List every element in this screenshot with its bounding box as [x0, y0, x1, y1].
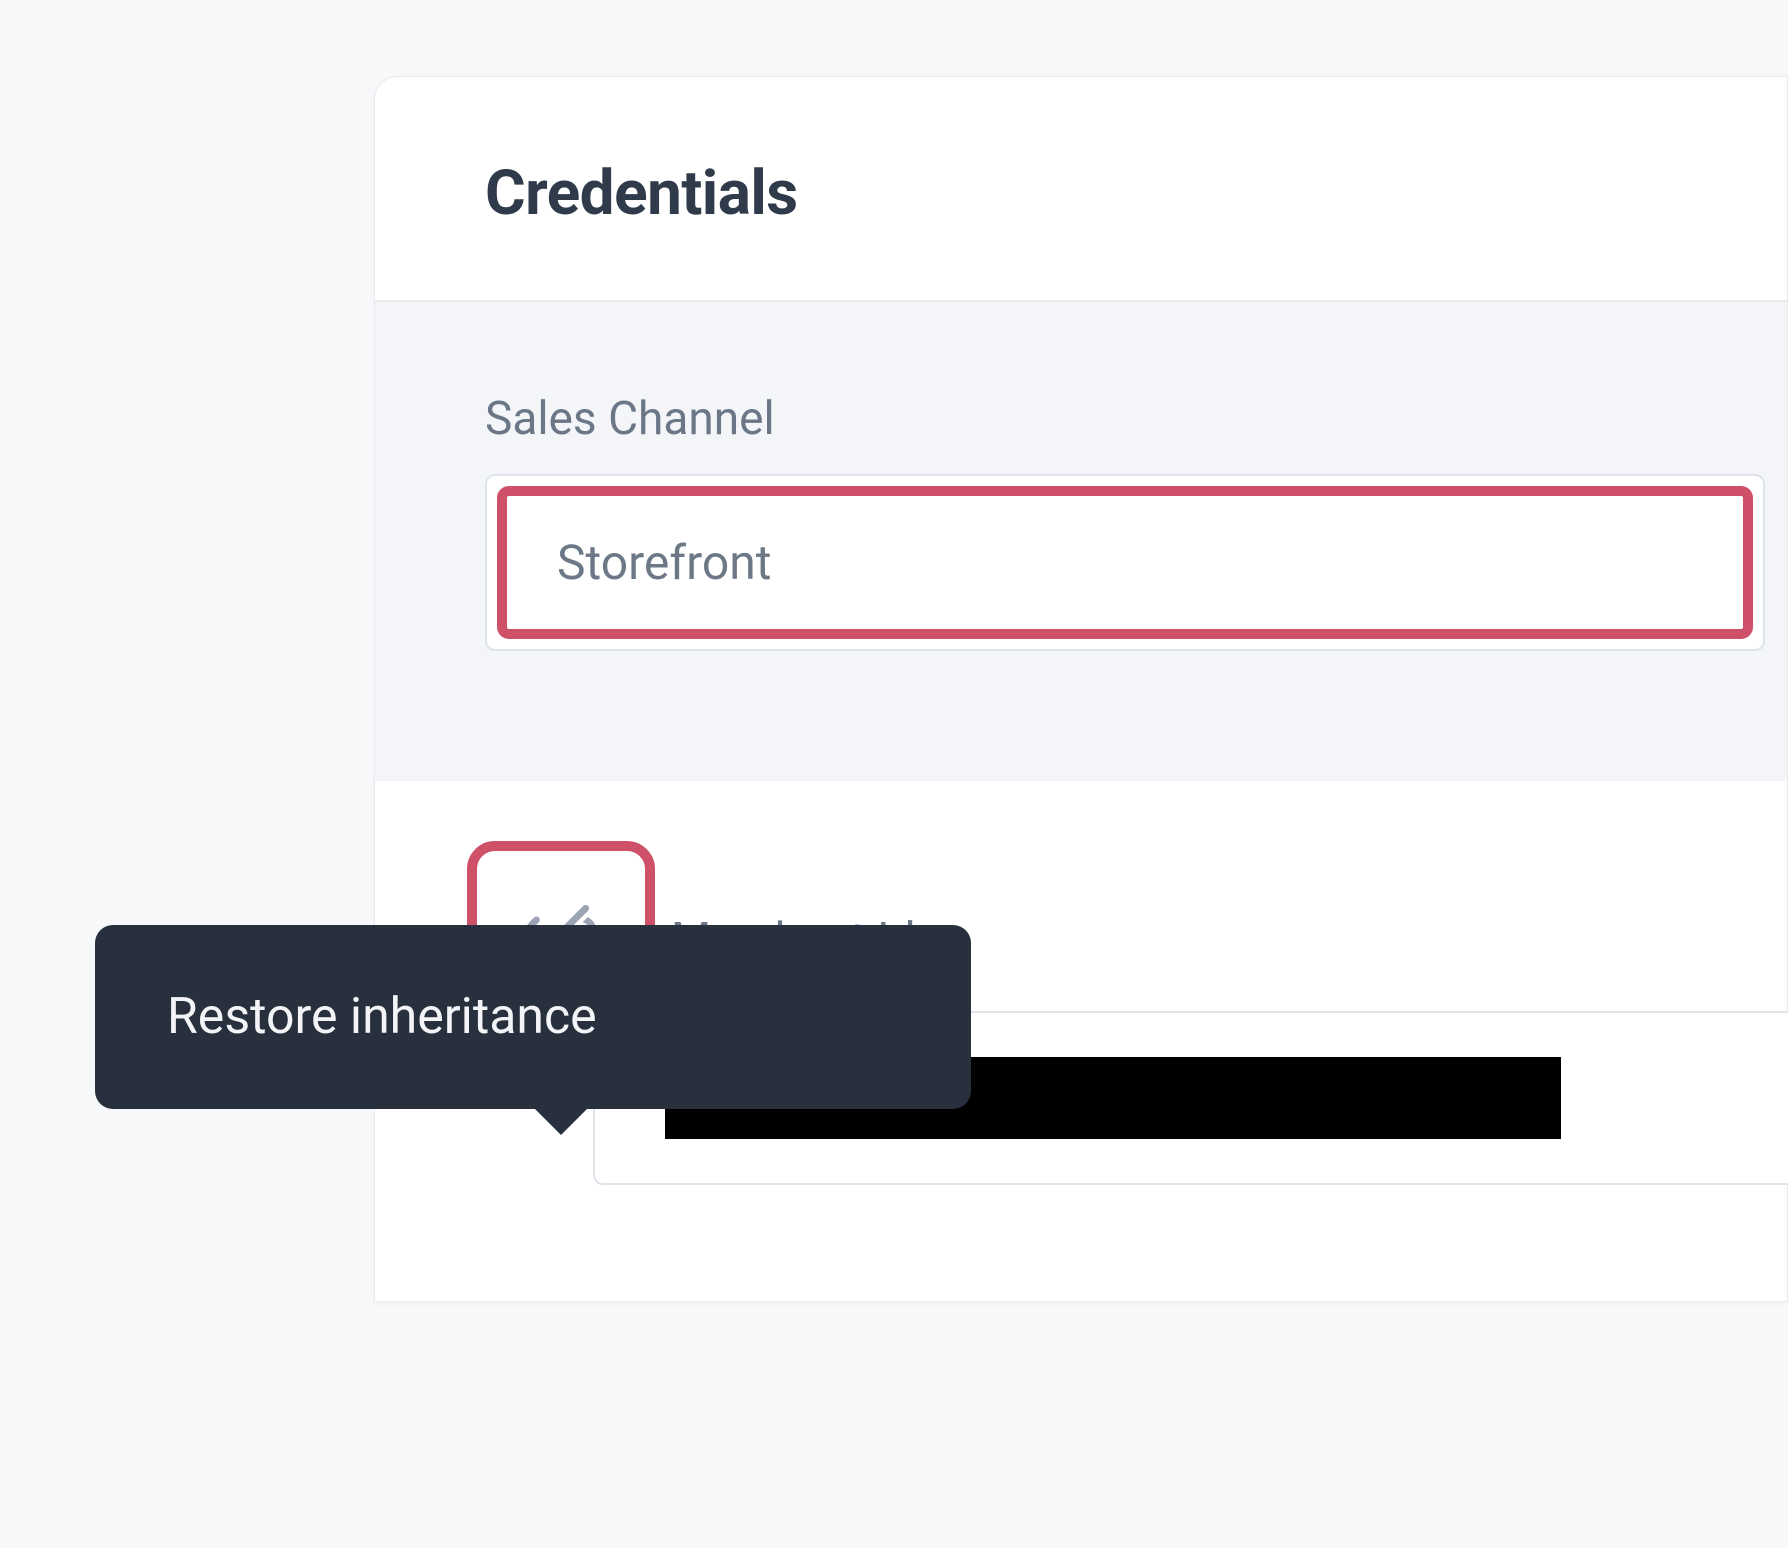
card-header: Credentials	[375, 77, 1787, 302]
sales-channel-select[interactable]: Storefront	[497, 486, 1753, 639]
sales-channel-select-wrap: Storefront	[485, 474, 1765, 651]
tooltip-text: Restore inheritance	[167, 988, 597, 1046]
sales-channel-value: Storefront	[557, 534, 771, 591]
sales-channel-select-outer: Storefront	[485, 474, 1765, 651]
card-title: Credentials	[485, 157, 1787, 230]
card-body-sales-channel: Sales Channel Storefront	[375, 302, 1787, 781]
tooltip-arrow-icon	[533, 1107, 589, 1135]
sales-channel-label: Sales Channel	[485, 392, 1787, 446]
restore-inheritance-tooltip: Restore inheritance	[95, 925, 971, 1109]
